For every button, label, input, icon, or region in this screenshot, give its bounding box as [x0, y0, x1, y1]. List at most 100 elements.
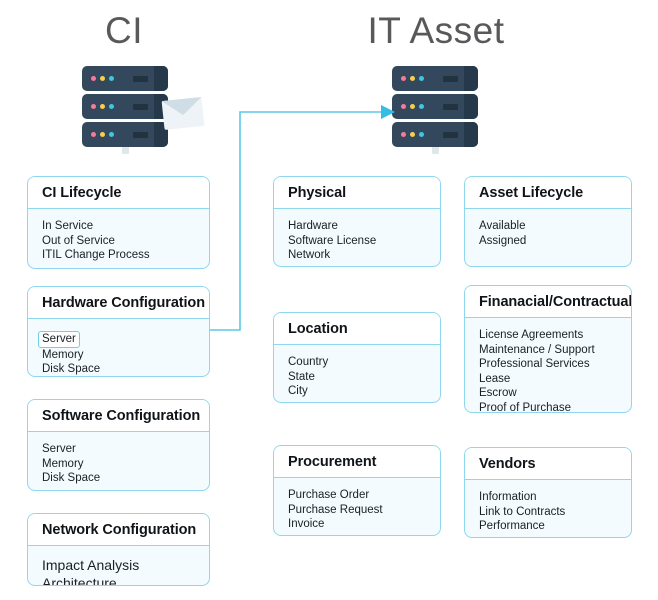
list-item[interactable]: Information	[479, 490, 617, 505]
server-slot	[443, 132, 458, 138]
list-item[interactable]: Assigned	[479, 234, 617, 249]
led-dot-cyan	[419, 104, 424, 109]
server-slot	[443, 76, 458, 82]
led-dot-pink	[91, 132, 96, 137]
led-dot-yellow	[100, 132, 105, 137]
panel-items: Hardware Software License Network	[274, 209, 440, 266]
server-slot	[443, 104, 458, 110]
led-dot-pink	[401, 76, 406, 81]
panel-items: Server Memory Disk Space	[28, 432, 209, 490]
page-title-it-asset: IT Asset	[367, 10, 505, 51]
server-unit	[82, 66, 168, 91]
panel-items: Impact Analysis Architecture	[28, 546, 209, 585]
list-item[interactable]: Architecture	[42, 574, 195, 585]
list-item[interactable]: Purchase Request	[288, 503, 426, 518]
list-item[interactable]: Maintenance / Support	[479, 343, 617, 358]
list-item[interactable]: Invoice	[288, 517, 426, 532]
list-item[interactable]: Disk Space	[42, 362, 195, 376]
server-stack-icon-ci	[82, 66, 168, 160]
list-item[interactable]: Memory	[42, 457, 195, 472]
list-item[interactable]: City	[288, 384, 426, 399]
list-item[interactable]: Available	[479, 219, 617, 234]
list-item[interactable]: Hardware	[288, 219, 426, 234]
panel-hardware-configuration[interactable]: Hardware Configuration Server Memory Dis…	[27, 286, 210, 377]
panel-network-configuration[interactable]: Network Configuration Impact Analysis Ar…	[27, 513, 210, 586]
server-unit	[82, 122, 168, 147]
list-item[interactable]: Professional Services	[479, 357, 617, 372]
panel-items: Purchase Order Purchase Request Invoice	[274, 478, 440, 535]
list-item[interactable]: Link to Contracts	[479, 505, 617, 520]
list-item[interactable]: ITIL Change Process	[42, 248, 195, 263]
panel-title: Vendors	[465, 448, 631, 480]
led-dot-yellow	[410, 104, 415, 109]
led-dot-cyan	[109, 104, 114, 109]
panel-title: Procurement	[274, 446, 440, 478]
panel-ci-lifecycle[interactable]: CI Lifecycle In Service Out of Service I…	[27, 176, 210, 269]
panel-procurement[interactable]: Procurement Purchase Order Purchase Requ…	[273, 445, 441, 536]
server-unit	[392, 122, 478, 147]
led-dot-yellow	[100, 104, 105, 109]
led-dot-cyan	[419, 76, 424, 81]
led-dot-yellow	[410, 76, 415, 81]
panel-title: Network Configuration	[28, 514, 209, 546]
panel-items: Available Assigned	[465, 209, 631, 260]
diagram-canvas: CI IT Asset CI Lifecycle In Service Out …	[0, 0, 658, 600]
list-item[interactable]: Software License	[288, 234, 426, 249]
panel-software-configuration[interactable]: Software Configuration Server Memory Dis…	[27, 399, 210, 491]
server-unit	[392, 94, 478, 119]
list-item[interactable]: Impact Analysis	[42, 556, 195, 574]
list-item[interactable]: Disk Space	[42, 471, 195, 486]
list-item[interactable]: Lease	[479, 372, 617, 387]
panel-title: Finanacial/Contractual	[465, 286, 631, 318]
list-item[interactable]: Out of Service	[42, 234, 195, 249]
panel-title: Hardware Configuration	[28, 287, 209, 319]
panel-items: Server Memory Disk Space	[28, 319, 209, 376]
led-dot-pink	[401, 132, 406, 137]
led-dot-pink	[401, 104, 406, 109]
page-title-ci: CI	[105, 10, 143, 51]
server-slot	[133, 132, 148, 138]
panel-vendors[interactable]: Vendors Information Link to Contracts Pe…	[464, 447, 632, 538]
list-item[interactable]: In Service	[42, 219, 195, 234]
panel-title: Physical	[274, 177, 440, 209]
panel-title: CI Lifecycle	[28, 177, 209, 209]
panel-items: In Service Out of Service ITIL Change Pr…	[28, 209, 209, 268]
server-slot	[133, 104, 148, 110]
server-slot	[133, 76, 148, 82]
server-led-dots	[91, 132, 114, 137]
led-dot-pink	[91, 76, 96, 81]
server-led-dots	[401, 76, 424, 81]
panel-location[interactable]: Location Country State City	[273, 312, 441, 403]
list-item[interactable]: Performance	[479, 519, 617, 534]
led-dot-cyan	[109, 76, 114, 81]
list-item[interactable]: State	[288, 370, 426, 385]
list-item[interactable]: Country	[288, 355, 426, 370]
led-dot-yellow	[410, 132, 415, 137]
list-item[interactable]: Purchase Order	[288, 488, 426, 503]
list-item[interactable]: Server	[42, 442, 195, 457]
server-led-dots	[401, 104, 424, 109]
envelope-icon	[161, 96, 205, 131]
list-item[interactable]: License Agreements	[479, 328, 617, 343]
server-unit	[82, 94, 168, 119]
list-item[interactable]: Memory	[42, 348, 195, 363]
panel-asset-lifecycle[interactable]: Asset Lifecycle Available Assigned	[464, 176, 632, 267]
panel-financial-contractual[interactable]: Finanacial/Contractual License Agreement…	[464, 285, 632, 413]
server-stack-icon-asset	[392, 66, 478, 160]
panel-title: Location	[274, 313, 440, 345]
panel-title: Software Configuration	[28, 400, 209, 432]
panel-items: License Agreements Maintenance / Support…	[465, 318, 631, 413]
server-led-dots	[91, 104, 114, 109]
list-item[interactable]: Network	[288, 248, 426, 263]
list-item-server-highlighted[interactable]: Server	[38, 331, 80, 348]
panel-physical[interactable]: Physical Hardware Software License Netwo…	[273, 176, 441, 267]
server-unit	[392, 66, 478, 91]
list-item[interactable]: Proof of Purchase	[479, 401, 617, 413]
led-dot-pink	[91, 104, 96, 109]
list-item[interactable]: Escrow	[479, 386, 617, 401]
led-dot-yellow	[100, 76, 105, 81]
led-dot-cyan	[419, 132, 424, 137]
panel-items: Country State City	[274, 345, 440, 402]
panel-title: Asset Lifecycle	[465, 177, 631, 209]
panel-items: Information Link to Contracts Performanc…	[465, 480, 631, 537]
